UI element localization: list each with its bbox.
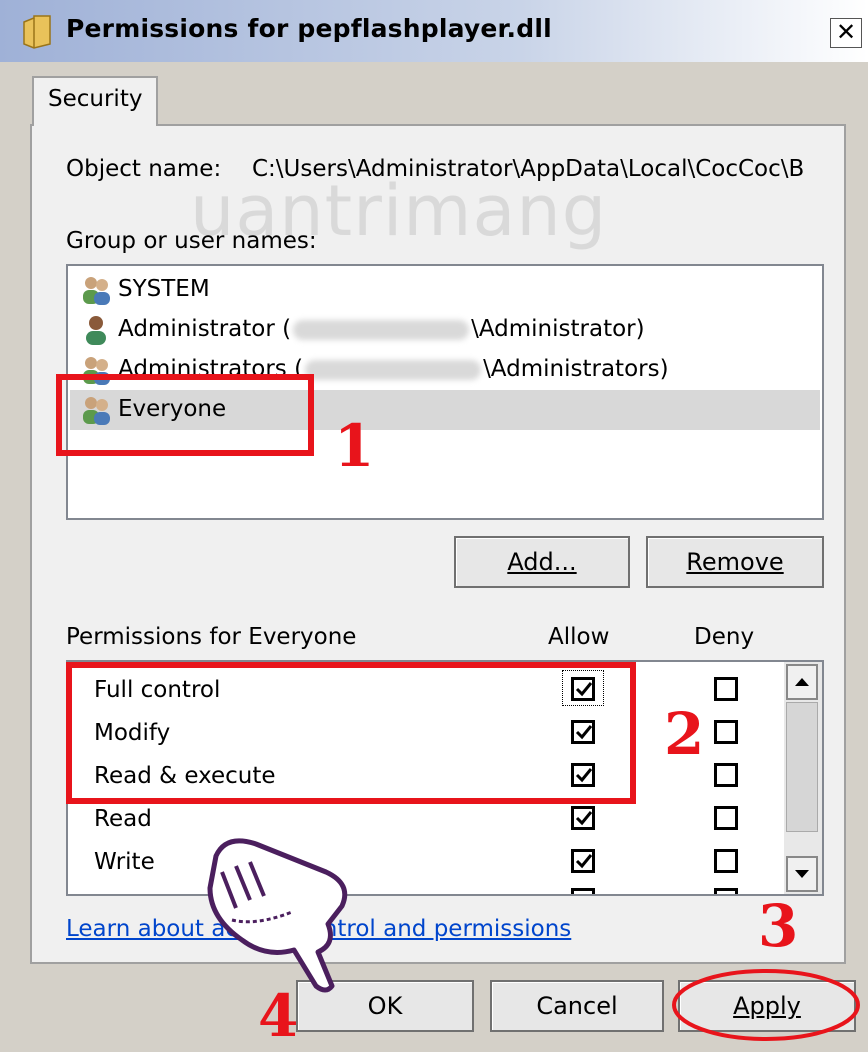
object-name-label: Object name: — [66, 156, 222, 182]
redacted-text — [305, 359, 482, 380]
checkmark-icon — [575, 854, 593, 869]
deny-header: Deny — [694, 624, 755, 650]
cancel-button[interactable]: Cancel — [490, 980, 664, 1032]
step-number-3: 3 — [758, 892, 799, 960]
title-bar: Permissions for pepflashplayer.dll ✕ — [0, 0, 868, 62]
pointing-hand-icon — [207, 838, 348, 993]
list-item-system[interactable]: SYSTEM — [80, 270, 210, 308]
users-icon — [83, 276, 110, 305]
list-item-administrator[interactable]: Administrator (\Administrator) — [80, 310, 645, 348]
permission-row-write: Write — [94, 849, 155, 875]
deny-write-checkbox[interactable] — [714, 849, 738, 873]
deny-full-control-checkbox[interactable] — [714, 677, 738, 701]
user-icon — [86, 315, 106, 345]
deny-read-checkbox[interactable] — [714, 806, 738, 830]
step-number-1: 1 — [334, 412, 375, 480]
scroll-thumb[interactable] — [786, 702, 818, 832]
deny-read-execute-checkbox[interactable] — [714, 763, 738, 787]
redacted-text — [293, 319, 470, 340]
allow-write-checkbox[interactable] — [571, 849, 595, 873]
add-button[interactable]: Add... — [454, 536, 630, 588]
window-title: Permissions for pepflashplayer.dll — [66, 14, 552, 43]
remove-button[interactable]: Remove — [646, 536, 824, 588]
allow-read-checkbox[interactable] — [571, 806, 595, 830]
group-names-label: Group or user names: — [66, 228, 317, 254]
highlight-box-permissions — [66, 662, 636, 804]
close-button[interactable]: ✕ — [830, 18, 862, 48]
allow-header: Allow — [548, 624, 610, 650]
allow-next-checkbox[interactable] — [571, 888, 595, 894]
object-name-value: C:\Users\Administrator\AppData\Local\Coc… — [252, 156, 805, 182]
arrow-up-icon — [795, 678, 809, 686]
vertical-scrollbar[interactable] — [784, 662, 822, 894]
highlight-box-everyone — [56, 374, 314, 456]
scroll-down-button[interactable] — [786, 856, 818, 892]
permissions-label: Permissions for Everyone — [66, 624, 357, 650]
tab-security[interactable]: Security — [32, 76, 158, 126]
apply-highlight-ellipse — [672, 969, 860, 1041]
deny-next-checkbox[interactable] — [714, 888, 738, 894]
permission-row-read: Read — [94, 806, 152, 832]
arrow-down-icon — [795, 870, 809, 878]
deny-modify-checkbox[interactable] — [714, 720, 738, 744]
folder-icon — [23, 15, 51, 49]
step-number-2: 2 — [664, 700, 705, 768]
scroll-up-button[interactable] — [786, 664, 818, 700]
checkmark-icon — [575, 811, 593, 826]
